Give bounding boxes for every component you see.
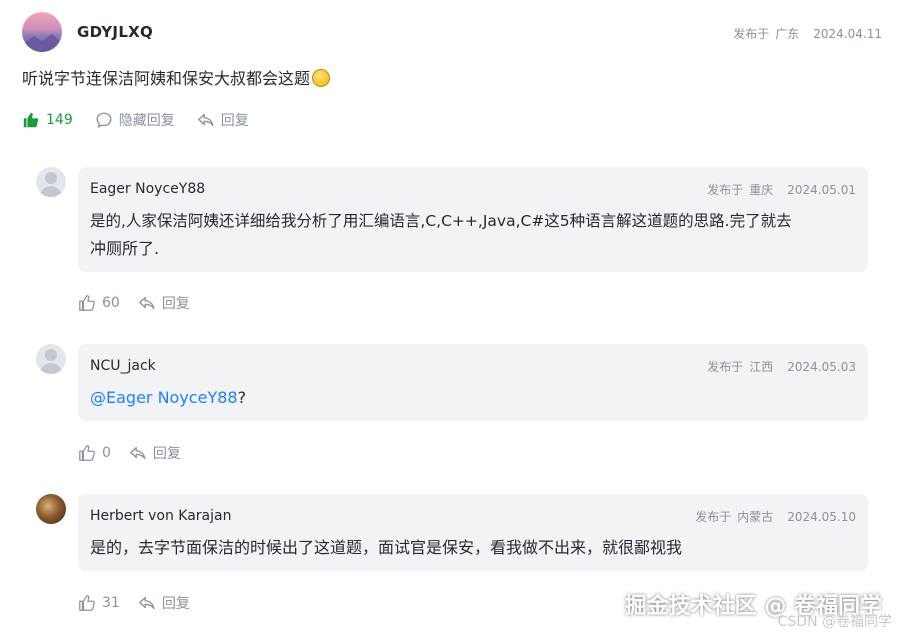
- reply-text-tail: ?: [237, 388, 247, 407]
- reply-bubble: Eager NoyceY88 发布于 重庆 2024.05.01 是的,人家保洁阿姨…: [78, 167, 868, 272]
- reply-button[interactable]: 回复: [138, 293, 190, 313]
- csdn-watermark: CSDN @卷福同学: [777, 614, 892, 630]
- location: 广东: [775, 27, 800, 41]
- like-button[interactable]: 60: [78, 294, 120, 312]
- grinning-sweat-emoji-icon: [312, 69, 331, 87]
- location: 重庆: [749, 183, 774, 197]
- reply-date: 2024.05.03: [787, 360, 856, 374]
- comment-bubble-icon: [96, 112, 112, 129]
- reply-label: 回复: [220, 113, 249, 129]
- reply-button[interactable]: 回复: [129, 443, 181, 463]
- like-button[interactable]: 31: [78, 594, 120, 612]
- reply-label: 回复: [161, 596, 190, 612]
- comment-text: 听说字节连保洁阿姨和保安大叔都会这题: [22, 69, 311, 88]
- comment-content: 听说字节连保洁阿姨和保安大叔都会这题: [22, 65, 331, 89]
- thumbs-up-icon: [79, 295, 95, 311]
- reply-actions: 0 回复: [78, 443, 199, 463]
- reply-bubble: Herbert von Karajan 发布于 内蒙古 2024.05.10 是的，…: [78, 494, 868, 571]
- avatar[interactable]: [36, 494, 66, 524]
- reply-arrow-icon: [197, 113, 214, 127]
- thumbs-up-icon: [79, 445, 95, 461]
- location-prefix: 发布于: [707, 183, 744, 197]
- location: 江西: [749, 360, 774, 374]
- comment-date: 2024.04.11: [813, 27, 882, 41]
- like-count: 60: [102, 295, 120, 311]
- reply-actions: 60 回复: [78, 293, 208, 313]
- mention-link[interactable]: @Eager NoyceY88: [90, 388, 238, 407]
- location: 内蒙古: [737, 510, 774, 524]
- avatar[interactable]: [36, 344, 66, 374]
- like-count: 0: [102, 445, 111, 461]
- hide-replies-button[interactable]: 隐藏回复: [95, 110, 175, 130]
- thumbs-up-icon: [79, 595, 95, 611]
- reply-button[interactable]: 回复: [197, 110, 249, 130]
- reply-username[interactable]: Eager NoyceY88: [90, 181, 205, 197]
- comment-actions: 149 隐藏回复 回复: [22, 110, 271, 130]
- comment-username[interactable]: GDYJLXQ: [77, 23, 153, 41]
- reply-date: 2024.05.10: [787, 510, 856, 524]
- reply-text-line: 是的,人家保洁阿姨还详细给我分析了用汇编语言,C,C++,Java,C#这5种语…: [90, 212, 792, 230]
- reply-username[interactable]: Herbert von Karajan: [90, 508, 231, 524]
- reply-label: 回复: [161, 296, 190, 312]
- reply-date: 2024.05.01: [787, 183, 856, 197]
- location-prefix: 发布于: [707, 360, 744, 374]
- reply-text: 是的，去字节面保洁的时候出了这道题，面试官是保安，看我做不出来，就很鄙视我: [90, 538, 683, 557]
- like-button[interactable]: 149: [22, 111, 73, 129]
- avatar[interactable]: [36, 167, 66, 197]
- like-count: 31: [102, 595, 120, 611]
- reply-arrow-icon: [138, 596, 155, 610]
- reply-arrow-icon: [138, 296, 155, 310]
- location-prefix: 发布于: [695, 510, 732, 524]
- location-prefix: 发布于: [733, 27, 770, 41]
- thumbs-up-filled-icon: [23, 112, 39, 128]
- reply-arrow-icon: [130, 446, 146, 460]
- reply-actions: 31 回复: [78, 593, 208, 613]
- reply-meta: 发布于 江西 2024.05.03: [701, 358, 856, 375]
- like-button[interactable]: 0: [78, 444, 111, 462]
- avatar[interactable]: [22, 12, 62, 52]
- reply-meta: 发布于 内蒙古 2024.05.10: [689, 508, 856, 525]
- reply-bubble: NCU_jack 发布于 江西 2024.05.03 @Eager NoyceY88…: [78, 344, 868, 421]
- reply-text: 是的,人家保洁阿姨还详细给我分析了用汇编语言,C,C++,Java,C#这5种语…: [90, 207, 854, 263]
- comment-meta: 发布于 广东 2024.04.11: [727, 25, 882, 42]
- reply-meta: 发布于 重庆 2024.05.01: [701, 181, 856, 198]
- hide-replies-label: 隐藏回复: [118, 113, 175, 129]
- like-count: 149: [46, 112, 73, 128]
- reply-text-line: 冲厕所了.: [90, 239, 160, 258]
- reply-button[interactable]: 回复: [138, 593, 190, 613]
- reply-text: @Eager NoyceY88?: [90, 384, 854, 412]
- reply-label: 回复: [152, 446, 181, 462]
- reply-username[interactable]: NCU_jack: [90, 358, 156, 374]
